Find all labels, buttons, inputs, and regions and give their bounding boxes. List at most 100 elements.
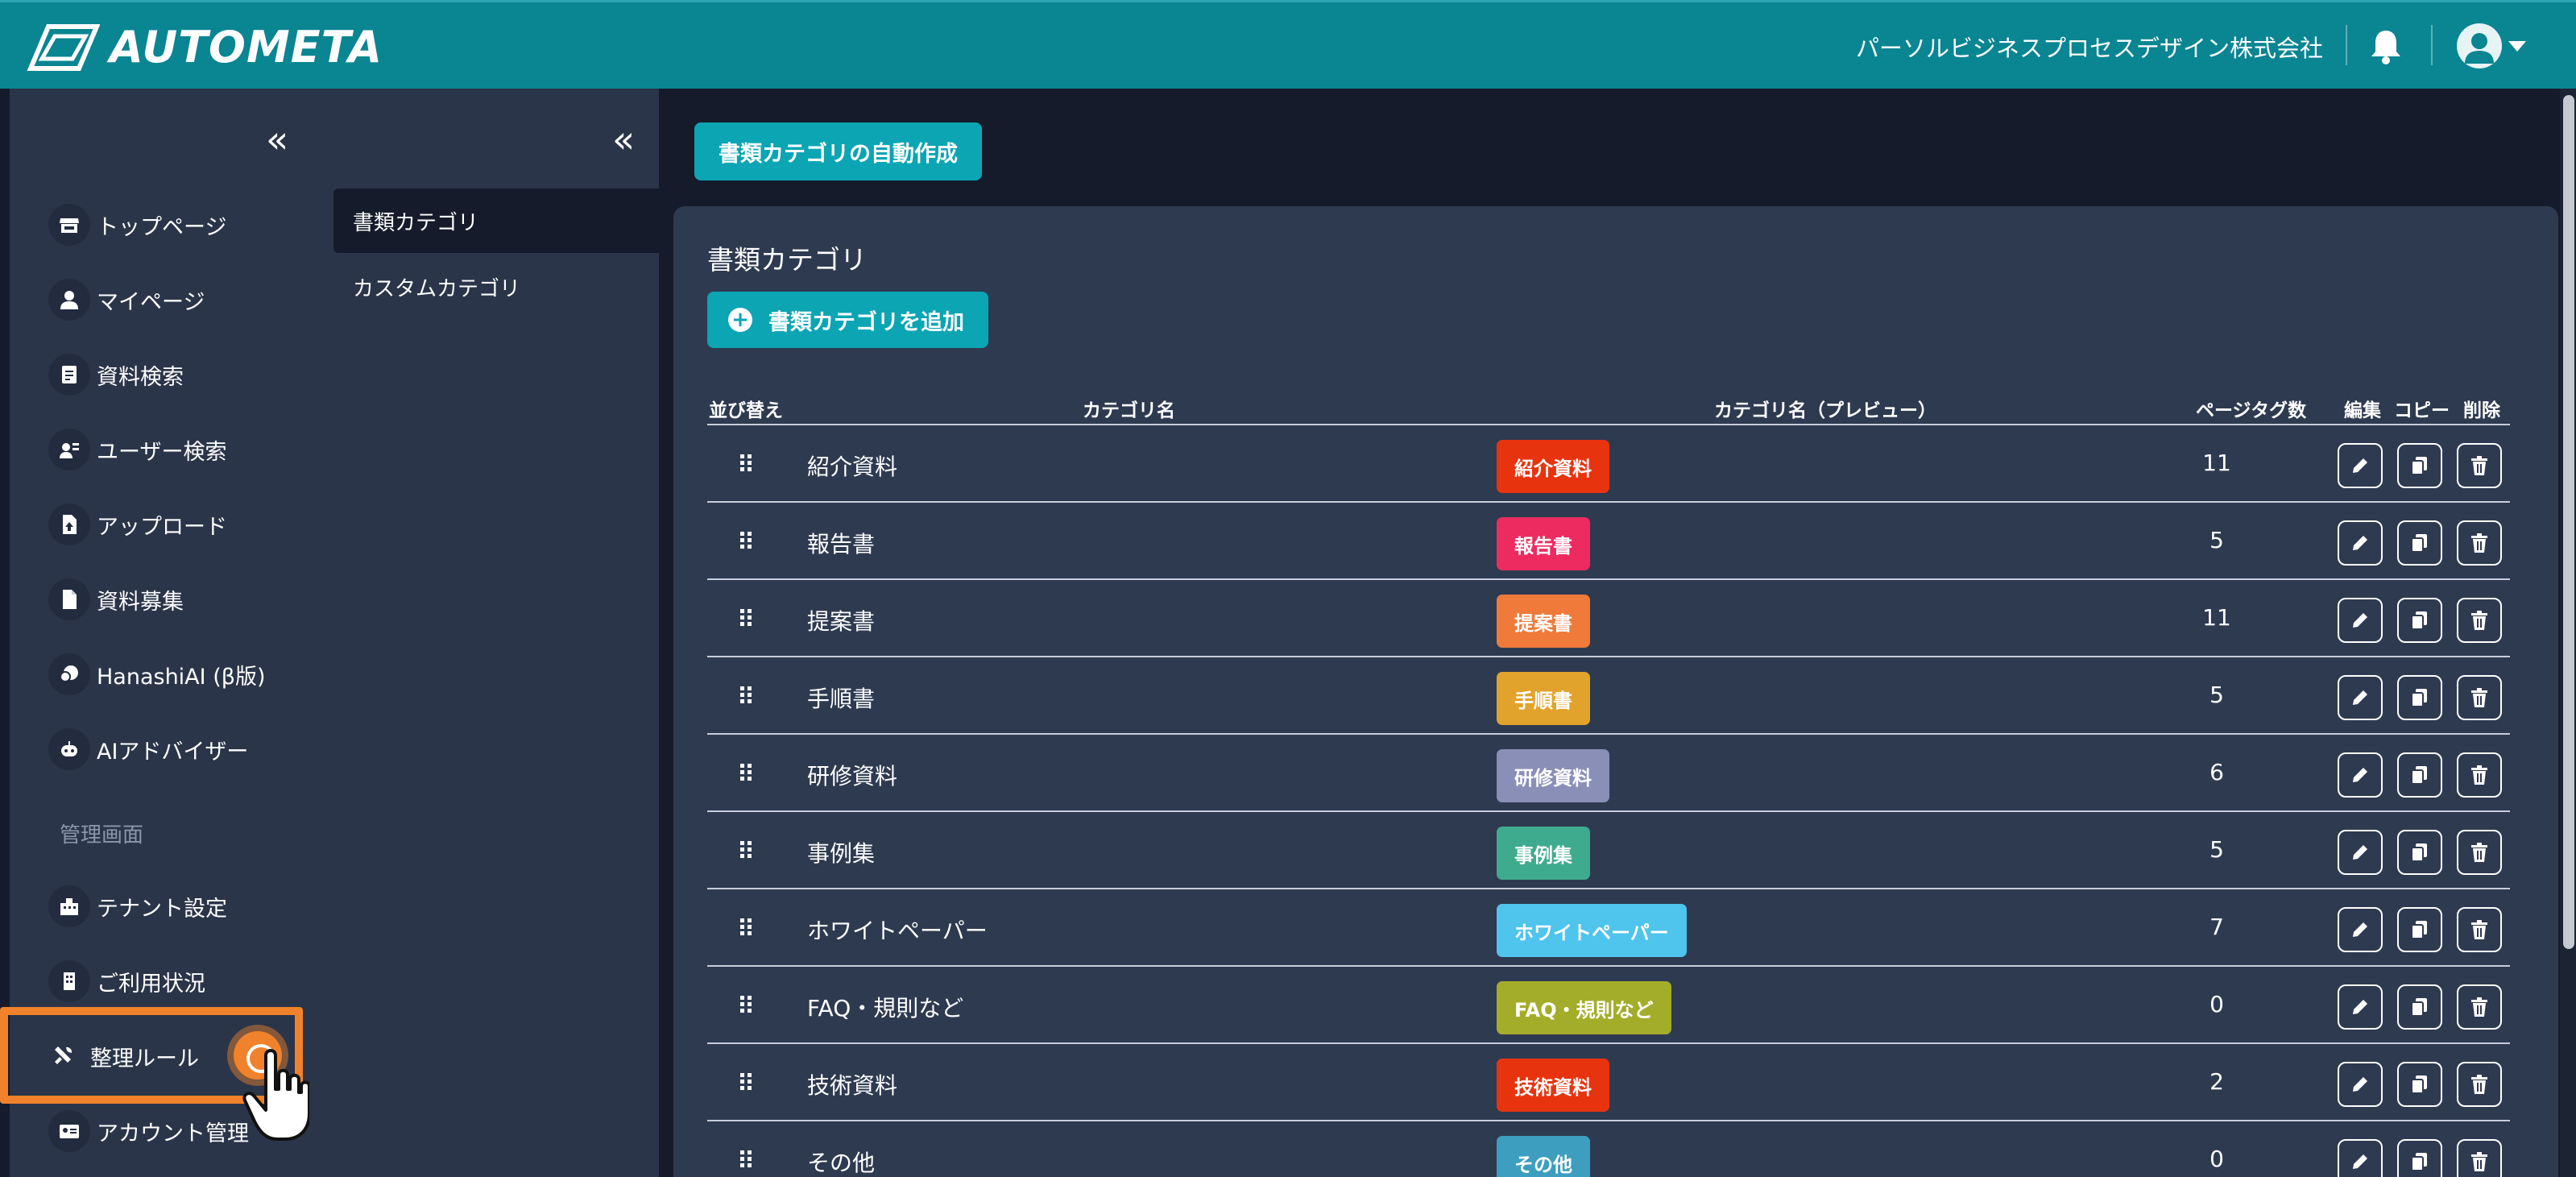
delete-button[interactable] bbox=[2457, 675, 2502, 720]
edit-button[interactable] bbox=[2338, 1062, 2383, 1107]
category-name: 紹介資料 bbox=[807, 454, 898, 480]
copy-icon bbox=[2411, 534, 2427, 553]
pencil-icon bbox=[2353, 1077, 2367, 1092]
pencil-icon bbox=[2353, 1154, 2367, 1169]
copy-button[interactable] bbox=[2397, 1139, 2442, 1177]
edit-button[interactable] bbox=[2338, 675, 2383, 720]
sidebar-item-label: アップロード bbox=[97, 514, 227, 540]
sidebar-item-hanashiai[interactable]: HanashiAI (β版) bbox=[10, 646, 309, 702]
delete-button[interactable] bbox=[2457, 1062, 2502, 1107]
sidebar-item-label: ご利用状況 bbox=[97, 971, 205, 997]
add-category-button[interactable]: + 書類カテゴリを追加 bbox=[707, 292, 988, 348]
copy-button[interactable] bbox=[2397, 830, 2442, 875]
drag-handle-icon[interactable] bbox=[738, 1071, 754, 1092]
delete-button[interactable] bbox=[2457, 984, 2502, 1030]
category-name: FAQ・規則など bbox=[807, 995, 964, 1022]
sidebar-item-label: 資料募集 bbox=[97, 589, 184, 615]
file-icon bbox=[48, 578, 90, 620]
trash-icon bbox=[2471, 456, 2487, 475]
copy-button[interactable] bbox=[2397, 675, 2442, 720]
logo-mark-icon bbox=[27, 24, 100, 71]
collapse-sidebar-button[interactable]: « bbox=[266, 121, 288, 158]
page-tag-count: 0 bbox=[2209, 991, 2224, 1017]
copy-button[interactable] bbox=[2397, 907, 2442, 952]
table-row: 研修資料 研修資料 6 bbox=[707, 735, 2510, 812]
edit-button[interactable] bbox=[2338, 598, 2383, 643]
copy-button[interactable] bbox=[2397, 443, 2442, 488]
trash-icon bbox=[2471, 765, 2487, 785]
page-tag-count: 5 bbox=[2209, 836, 2224, 863]
user-icon bbox=[2465, 33, 2494, 64]
sidebar-item-label: AIアドバイザー bbox=[97, 739, 249, 765]
sidebar-item-label: アカウント管理 bbox=[97, 1121, 249, 1146]
delete-button[interactable] bbox=[2457, 520, 2502, 566]
drag-handle-icon[interactable] bbox=[738, 530, 754, 551]
drag-handle-icon[interactable] bbox=[738, 762, 754, 783]
copy-button[interactable] bbox=[2397, 520, 2442, 566]
robot-icon bbox=[48, 728, 90, 770]
copy-icon bbox=[2411, 689, 2427, 707]
copy-button[interactable] bbox=[2397, 984, 2442, 1030]
category-card: 書類カテゴリ + 書類カテゴリを追加 並び替え カテゴリ名 カテゴリ名（プレビュ… bbox=[673, 206, 2558, 1177]
delete-button[interactable] bbox=[2457, 1139, 2502, 1177]
drag-handle-icon[interactable] bbox=[738, 839, 754, 860]
drag-handle-icon[interactable] bbox=[738, 917, 754, 938]
sidebar-item-ai-advisor[interactable]: AIアドバイザー bbox=[10, 721, 309, 777]
edit-button[interactable] bbox=[2338, 520, 2383, 566]
subnav-item-document-category[interactable]: 書類カテゴリ bbox=[333, 189, 659, 253]
auto-create-category-button[interactable]: 書類カテゴリの自動作成 bbox=[694, 122, 982, 180]
admin-section-label: 管理画面 bbox=[60, 823, 144, 848]
copy-icon bbox=[2411, 921, 2427, 939]
column-header-delete: 削除 bbox=[2463, 400, 2500, 421]
drag-handle-icon[interactable] bbox=[738, 453, 754, 474]
avatar[interactable] bbox=[2457, 23, 2502, 68]
delete-button[interactable] bbox=[2457, 830, 2502, 875]
sub-navigation: « 書類カテゴリ カスタムカテゴリ bbox=[309, 89, 659, 1177]
sidebar-item-user-search[interactable]: ユーザー検索 bbox=[10, 421, 309, 478]
app-logo[interactable]: AUTOMETA bbox=[24, 20, 383, 73]
edit-button[interactable] bbox=[2338, 752, 2383, 798]
delete-button[interactable] bbox=[2457, 598, 2502, 643]
sidebar-item-document-request[interactable]: 資料募集 bbox=[10, 571, 309, 628]
trash-icon bbox=[2471, 997, 2487, 1017]
sidebar-item-top-page[interactable]: トップページ bbox=[10, 197, 309, 253]
subnav-item-custom-category[interactable]: カスタムカテゴリ bbox=[333, 255, 659, 319]
collapse-subnav-button[interactable]: « bbox=[612, 121, 635, 158]
category-name: 報告書 bbox=[807, 531, 876, 557]
table-row: 報告書 報告書 5 bbox=[707, 503, 2510, 580]
caret-down-icon[interactable] bbox=[2508, 41, 2526, 52]
copy-button[interactable] bbox=[2397, 752, 2442, 798]
pencil-icon bbox=[2353, 845, 2367, 860]
edit-button[interactable] bbox=[2338, 984, 2383, 1030]
drag-handle-icon[interactable] bbox=[738, 994, 754, 1015]
copy-button[interactable] bbox=[2397, 598, 2442, 643]
page-tag-count: 5 bbox=[2209, 682, 2224, 708]
edit-button[interactable] bbox=[2338, 1139, 2383, 1177]
sidebar-item-usage[interactable]: ご利用状況 bbox=[10, 953, 309, 1009]
table-row: その他 その他 0 bbox=[707, 1121, 2510, 1177]
drag-handle-icon[interactable] bbox=[738, 685, 754, 706]
drag-handle-icon[interactable] bbox=[738, 1149, 754, 1170]
edit-button[interactable] bbox=[2338, 907, 2383, 952]
edit-button[interactable] bbox=[2338, 830, 2383, 875]
document-search-icon bbox=[48, 354, 90, 396]
sidebar-item-my-page[interactable]: マイページ bbox=[10, 271, 309, 328]
sidebar-item-upload[interactable]: アップロード bbox=[10, 496, 309, 553]
copy-icon bbox=[2411, 843, 2427, 862]
delete-button[interactable] bbox=[2457, 907, 2502, 952]
trash-icon bbox=[2471, 1075, 2487, 1094]
copy-button[interactable] bbox=[2397, 1062, 2442, 1107]
table-row: 事例集 事例集 5 bbox=[707, 812, 2510, 889]
pencil-icon bbox=[2353, 768, 2367, 782]
bell-icon[interactable] bbox=[2368, 27, 2404, 64]
sidebar-item-document-search[interactable]: 資料検索 bbox=[10, 346, 309, 403]
file-upload-icon bbox=[48, 504, 90, 545]
delete-button[interactable] bbox=[2457, 443, 2502, 488]
drag-handle-icon[interactable] bbox=[738, 607, 754, 628]
trash-icon bbox=[2471, 611, 2487, 630]
sidebar-item-label: ユーザー検索 bbox=[97, 439, 227, 465]
delete-button[interactable] bbox=[2457, 752, 2502, 798]
scrollbar-thumb[interactable] bbox=[2563, 95, 2574, 949]
sidebar-item-tenant-settings[interactable]: テナント設定 bbox=[10, 878, 309, 935]
edit-button[interactable] bbox=[2338, 443, 2383, 488]
